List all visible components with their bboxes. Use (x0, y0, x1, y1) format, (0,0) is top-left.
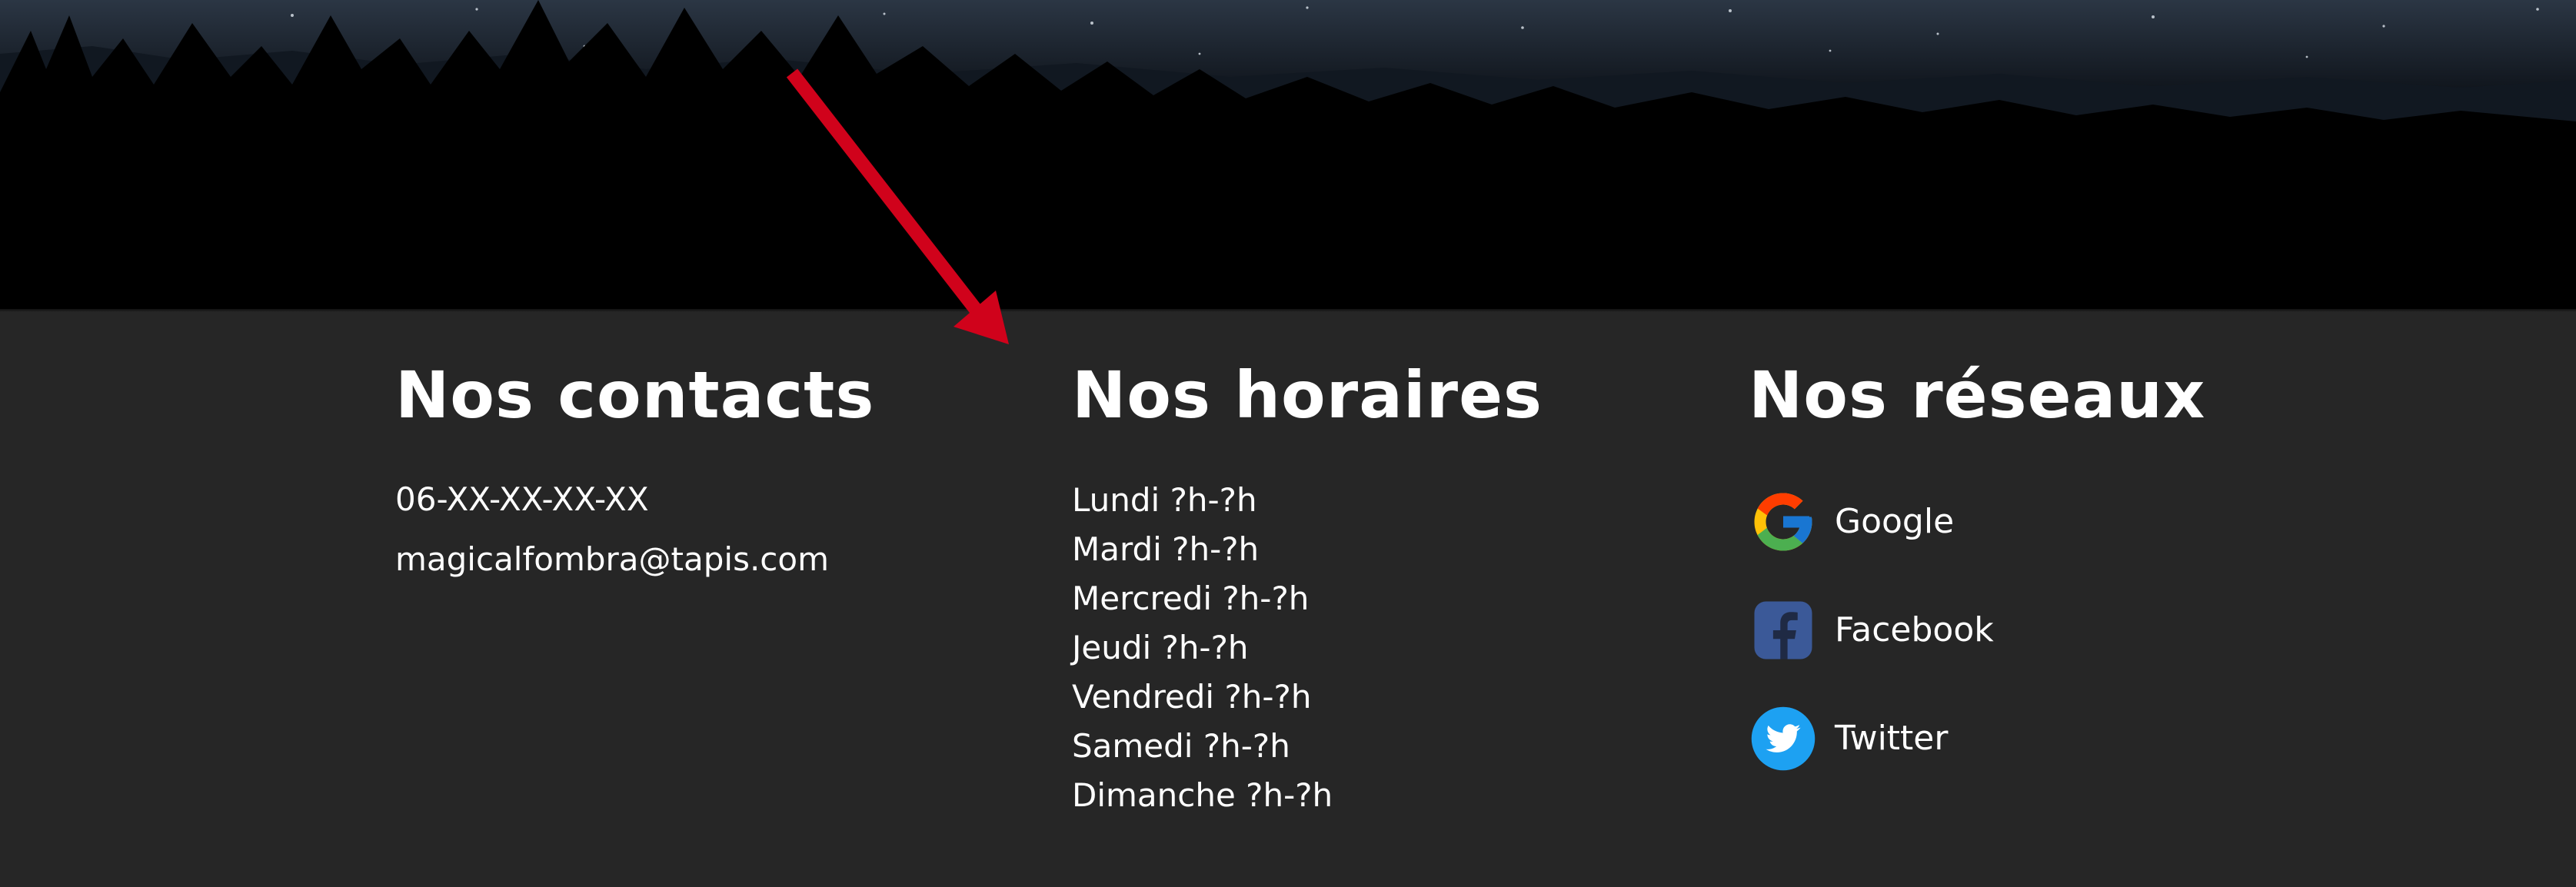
contacts-heading: Nos contacts (395, 357, 875, 433)
page: Nos contacts 06-XX-XX-XX-XX magicalfombr… (0, 0, 2576, 887)
forest-night-image (0, 0, 2576, 309)
hours-list: Lundi ?h-?h Mardi ?h-?h Mercredi ?h-?h J… (1072, 476, 1333, 820)
facebook-icon (1754, 601, 1812, 659)
hours-item-monday: Lundi ?h-?h (1072, 481, 1257, 519)
social-label-google: Google (1835, 502, 1955, 541)
hours-item-saturday: Samedi ?h-?h (1072, 727, 1290, 765)
social-link-google[interactable]: Google (1749, 487, 1994, 556)
email-address[interactable]: magicalfombra@tapis.com (395, 540, 829, 580)
twitter-icon (1751, 706, 1816, 771)
phone-number[interactable]: 06-XX-XX-XX-XX (395, 480, 649, 520)
social-label-twitter: Twitter (1835, 719, 1949, 758)
hours-item-wednesday: Mercredi ?h-?h (1072, 580, 1310, 617)
social-label-facebook: Facebook (1835, 610, 1994, 649)
hours-heading: Nos horaires (1072, 357, 1543, 433)
google-icon (1754, 493, 1812, 551)
social-list: Google Facebook Twitter (1749, 487, 1994, 812)
social-link-facebook[interactable]: Facebook (1749, 596, 1994, 665)
contacts-section: Nos contacts 06-XX-XX-XX-XX magicalfombr… (395, 355, 1010, 578)
social-link-twitter[interactable]: Twitter (1749, 704, 1994, 773)
social-heading: Nos réseaux (1749, 357, 2206, 433)
hours-item-friday: Vendredi ?h-?h (1072, 678, 1312, 716)
social-section: Nos réseaux Google Facebook Twitter (1749, 355, 2441, 771)
hours-item-tuesday: Mardi ?h-?h (1072, 530, 1260, 568)
hours-item-sunday: Dimanche ?h-?h (1072, 776, 1333, 814)
hours-item-thursday: Jeudi ?h-?h (1072, 629, 1249, 666)
hero-background (0, 0, 2576, 309)
hours-section: Nos horaires Lundi ?h-?h Mardi ?h-?h Mer… (1072, 355, 1687, 814)
footer-top-edge (0, 309, 2576, 312)
